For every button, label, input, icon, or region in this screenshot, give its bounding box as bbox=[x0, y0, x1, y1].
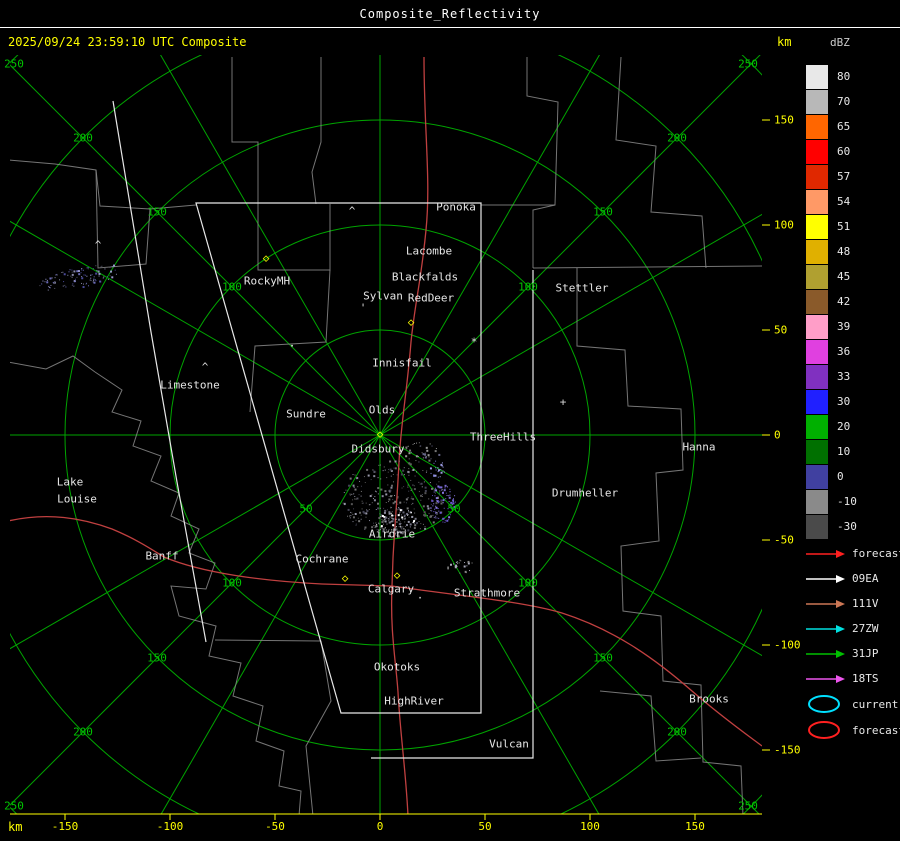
colorbar-swatch bbox=[806, 189, 828, 214]
colorbar-swatch bbox=[806, 389, 828, 414]
colorbar-entry: 36 bbox=[806, 339, 857, 364]
colorbar-entry: 20 bbox=[806, 414, 857, 439]
colorbar-value: 0 bbox=[837, 470, 844, 483]
cell-ellipse-icon bbox=[808, 695, 840, 713]
colorbar-value: 48 bbox=[837, 245, 851, 258]
colorbar-swatch bbox=[806, 414, 828, 439]
colorbar-swatch bbox=[806, 89, 828, 114]
colorbar-swatch bbox=[806, 314, 828, 339]
colorbar-entry: -10 bbox=[806, 489, 857, 514]
colorbar-entry: 57 bbox=[806, 164, 857, 189]
colorbar-entry: 54 bbox=[806, 189, 857, 214]
track-legend-row: forecast bbox=[806, 541, 900, 566]
colorbar-swatch bbox=[806, 64, 828, 89]
colorbar-value: 54 bbox=[837, 195, 851, 208]
colorbar-value: -10 bbox=[837, 495, 857, 508]
colorbar-entry: 51 bbox=[806, 214, 857, 239]
colorbar-rows: 80 70 65 60 57 54 51 48 45 42 39 36 33 30 20 10 0 -10 -30 bbox=[806, 64, 857, 539]
radar-window: Composite_Reflectivity 2025/09/24 23:59:… bbox=[0, 0, 900, 841]
colorbar-swatch bbox=[806, 264, 828, 289]
colorbar-swatch bbox=[806, 364, 828, 389]
km-unit-bottom: km bbox=[8, 820, 23, 834]
colorbar-entry: 48 bbox=[806, 239, 857, 264]
map-graphics bbox=[10, 55, 762, 814]
track-arrow-icon bbox=[806, 649, 845, 658]
track-arrow-icon bbox=[806, 574, 845, 583]
colorbar-value: 33 bbox=[837, 370, 851, 383]
colorbar-title: dBZ bbox=[830, 36, 850, 49]
track-label: 09EA bbox=[852, 572, 879, 585]
colorbar-swatch bbox=[806, 164, 828, 189]
cell-label: forecast bbox=[852, 723, 900, 737]
colorbar-value: 45 bbox=[837, 270, 851, 283]
colorbar-swatch bbox=[806, 114, 828, 139]
colorbar-swatch bbox=[806, 239, 828, 264]
colorbar-value: -30 bbox=[837, 520, 857, 533]
track-label: 27ZW bbox=[852, 622, 879, 635]
track-legend-row: 111V bbox=[806, 591, 900, 616]
colorbar-entry: 39 bbox=[806, 314, 857, 339]
colorbar-entry: 70 bbox=[806, 89, 857, 114]
colorbar-value: 36 bbox=[837, 345, 851, 358]
colorbar-entry: 65 bbox=[806, 114, 857, 139]
track-legend-row: 09EA bbox=[806, 566, 900, 591]
colorbar-entry: 60 bbox=[806, 139, 857, 164]
colorbar-swatch bbox=[806, 514, 828, 539]
track-arrow-icon bbox=[806, 549, 845, 558]
cell-label: current bbox=[852, 697, 899, 711]
colorbar-entry: 42 bbox=[806, 289, 857, 314]
colorbar-swatch bbox=[806, 464, 828, 489]
track-label: 18TS bbox=[852, 672, 879, 685]
colorbar-swatch bbox=[806, 439, 828, 464]
track-label: 31JP bbox=[852, 647, 879, 660]
colorbar-swatch bbox=[806, 489, 828, 514]
colorbar-entry: 33 bbox=[806, 364, 857, 389]
colorbar-value: 42 bbox=[837, 295, 851, 308]
colorbar-swatch bbox=[806, 289, 828, 314]
track-legend-row: 18TS bbox=[806, 666, 900, 691]
colorbar-entry: 10 bbox=[806, 439, 857, 464]
colorbar-value: 70 bbox=[837, 95, 851, 108]
cell-legend-row: forecast bbox=[806, 717, 900, 743]
colorbar-entry: 45 bbox=[806, 264, 857, 289]
colorbar-value: 57 bbox=[837, 170, 851, 183]
colorbar-entry: 80 bbox=[806, 64, 857, 89]
colorbar-value: 10 bbox=[837, 445, 851, 458]
colorbar-swatch bbox=[806, 139, 828, 164]
cell-legend-row: current bbox=[806, 691, 900, 717]
dbz-colorbar: dBZ 80 70 65 60 57 54 51 48 45 42 39 36 33 30 20 10 0 -10… bbox=[806, 36, 857, 539]
track-legend-row: 31JP bbox=[806, 641, 900, 666]
colorbar-swatch bbox=[806, 214, 828, 239]
colorbar-value: 80 bbox=[837, 70, 851, 83]
colorbar-entry: 30 bbox=[806, 389, 857, 414]
track-arrow-icon bbox=[806, 599, 845, 608]
colorbar-swatch bbox=[806, 339, 828, 364]
colorbar-value: 20 bbox=[837, 420, 851, 433]
colorbar-value: 51 bbox=[837, 220, 851, 233]
colorbar-value: 30 bbox=[837, 395, 851, 408]
track-label: forecast bbox=[852, 547, 900, 560]
colorbar-entry: -30 bbox=[806, 514, 857, 539]
colorbar-value: 65 bbox=[837, 120, 851, 133]
storm-track-legend: forecast 09EA 111V 27ZW 31JP 18TS current forec… bbox=[806, 541, 900, 743]
track-arrow-icon bbox=[806, 674, 845, 683]
cell-ellipse-icon bbox=[808, 721, 840, 739]
colorbar-entry: 0 bbox=[806, 464, 857, 489]
radar-map-canvas bbox=[10, 55, 770, 820]
track-arrow-icon bbox=[806, 624, 845, 633]
colorbar-value: 39 bbox=[837, 320, 851, 333]
colorbar-value: 60 bbox=[837, 145, 851, 158]
track-legend-row: 27ZW bbox=[806, 616, 900, 641]
track-label: 111V bbox=[852, 597, 879, 610]
